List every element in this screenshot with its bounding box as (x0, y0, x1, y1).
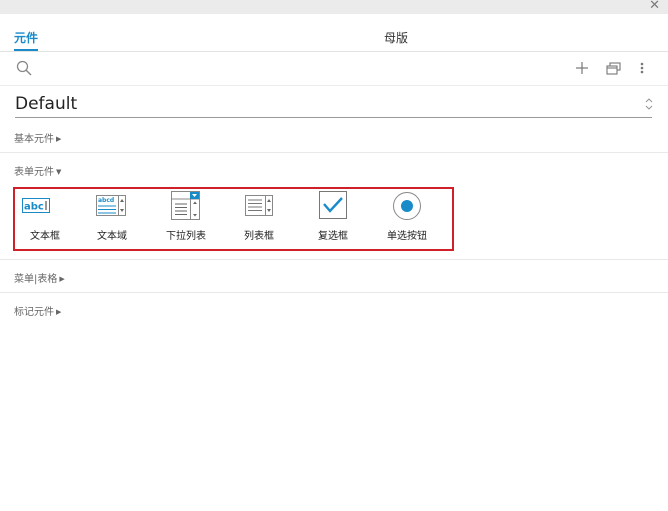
widget-text-field[interactable]: abc 文本框 (15, 189, 75, 249)
tab-bar: 元件 母版 (0, 14, 668, 52)
section-markup-widgets[interactable]: 标记元件 ▶ (14, 303, 61, 318)
library-select[interactable]: Default (15, 90, 653, 118)
widget-label: 单选按钮 (387, 231, 427, 242)
section-label: 表单元件 (14, 167, 54, 178)
widget-label: 文本框 (30, 231, 60, 242)
text-area-icon: abcd (96, 195, 126, 216)
section-menus-tables[interactable]: 菜单|表格 ▶ (14, 270, 65, 285)
divider (0, 259, 668, 260)
section-basic-widgets[interactable]: 基本元件 ▶ (14, 130, 61, 145)
svg-text:abcd: abcd (98, 197, 114, 204)
active-tab-indicator (14, 49, 38, 51)
sort-arrows-icon (645, 98, 653, 110)
caret-right-icon: ▶ (59, 275, 65, 283)
widget-label: 文本域 (97, 231, 127, 242)
caret-right-icon: ▶ (56, 308, 62, 316)
form-widgets-group: abc 文本框 abcd 文本域 下拉列表 列表框 复选框 单选按钮 (13, 187, 454, 251)
divider (0, 292, 668, 293)
title-bar: ✕ (0, 0, 668, 14)
close-icon[interactable]: ✕ (649, 0, 660, 13)
section-label: 标记元件 (14, 307, 54, 318)
widget-toolbar (0, 52, 668, 86)
section-label: 菜单|表格 (14, 274, 58, 285)
tab-masters[interactable]: 母版 (384, 29, 408, 46)
search-icon[interactable] (16, 60, 32, 76)
plus-icon[interactable] (574, 60, 590, 76)
widget-text-area[interactable]: abcd 文本域 (82, 189, 142, 249)
widget-list-box[interactable]: 列表框 (229, 189, 289, 249)
checkbox-icon (319, 191, 347, 219)
svg-text:abc: abc (24, 202, 44, 213)
widget-label: 列表框 (244, 231, 274, 242)
list-box-icon (245, 195, 273, 216)
caret-down-icon: ▼ (56, 168, 62, 176)
caret-right-icon: ▶ (56, 135, 62, 143)
library-select-value: Default (15, 94, 78, 114)
widget-droplist[interactable]: 下拉列表 (156, 189, 216, 249)
widget-radio-button[interactable]: 单选按钮 (377, 189, 437, 249)
widget-checkbox[interactable]: 复选框 (303, 189, 363, 249)
more-vertical-icon[interactable] (636, 60, 648, 76)
text-field-icon: abc (22, 198, 50, 213)
divider (0, 152, 668, 153)
droplist-icon (171, 191, 200, 220)
section-label: 基本元件 (14, 134, 54, 145)
widget-label: 复选框 (318, 231, 348, 242)
copy-windows-icon[interactable] (604, 60, 622, 76)
widget-label: 下拉列表 (166, 231, 206, 242)
radio-button-icon (393, 192, 421, 220)
tab-widgets[interactable]: 元件 (14, 29, 38, 46)
section-form-widgets[interactable]: 表单元件 ▼ (14, 163, 61, 178)
